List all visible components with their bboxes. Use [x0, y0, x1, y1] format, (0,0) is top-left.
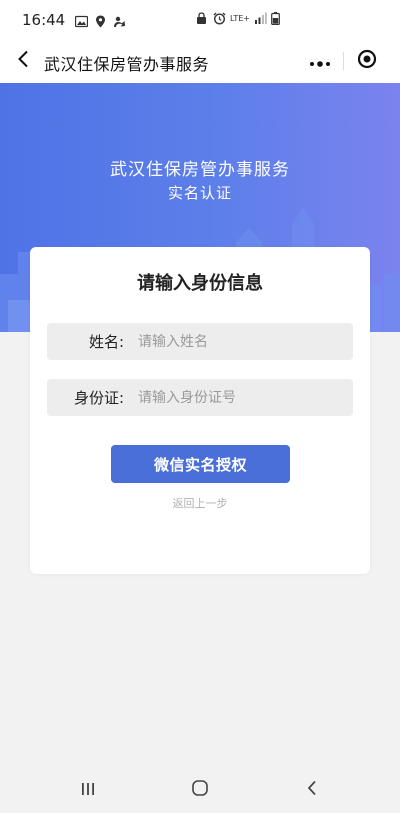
system-navigation-bar	[0, 767, 400, 813]
name-field: 姓名:	[47, 323, 353, 360]
status-time: 16:44	[22, 11, 66, 29]
recents-button[interactable]	[76, 779, 100, 801]
home-button[interactable]	[188, 779, 212, 801]
status-right: LTE+	[196, 12, 284, 26]
chevron-left-icon	[17, 50, 29, 72]
form-heading: 请输入身份信息	[137, 273, 263, 294]
screen: 16:44 LTE+ 武汉住保房管办事服务 武汉住保房管办事服务 实名认证 请输…	[0, 0, 400, 813]
nav-title: 武汉住保房管办事服务	[44, 55, 210, 74]
id-number-field: 身份证:	[47, 379, 353, 416]
more-dots-icon	[309, 52, 331, 71]
hero-subtitle: 实名认证	[167, 184, 232, 202]
identity-form-card: 请输入身份信息 姓名: 身份证: 微信实名授权 返回上一步	[30, 247, 370, 574]
target-circle-icon	[357, 49, 377, 73]
back-button[interactable]	[12, 49, 34, 73]
nav-bar: 武汉住保房管办事服务	[0, 40, 400, 83]
system-back-button[interactable]	[300, 779, 324, 801]
close-mini-program-button[interactable]	[344, 45, 390, 77]
name-input[interactable]	[138, 323, 353, 360]
battery-icon	[271, 12, 284, 26]
gallery-icon	[75, 14, 89, 27]
signal-icon	[254, 12, 267, 25]
location-icon	[94, 14, 107, 27]
network-type-label: LTE+	[230, 14, 250, 23]
home-icon	[191, 779, 209, 801]
recents-icon	[80, 781, 96, 800]
alarm-icon	[213, 12, 226, 25]
back-icon	[306, 780, 318, 800]
status-left: 16:44	[22, 11, 126, 29]
app-notification-icon	[113, 14, 126, 27]
mini-program-capsule	[296, 45, 390, 77]
id-number-label: 身份证:	[73, 389, 124, 407]
name-label: 姓名:	[88, 333, 124, 351]
lock-icon	[196, 12, 209, 25]
id-number-input[interactable]	[138, 379, 353, 416]
back-link[interactable]: 返回上一步	[30, 495, 370, 511]
hero-title: 武汉住保房管办事服务	[110, 160, 290, 180]
more-button[interactable]	[296, 45, 343, 77]
status-bar: 16:44 LTE+	[0, 0, 400, 40]
wechat-auth-button[interactable]: 微信实名授权	[111, 445, 290, 483]
